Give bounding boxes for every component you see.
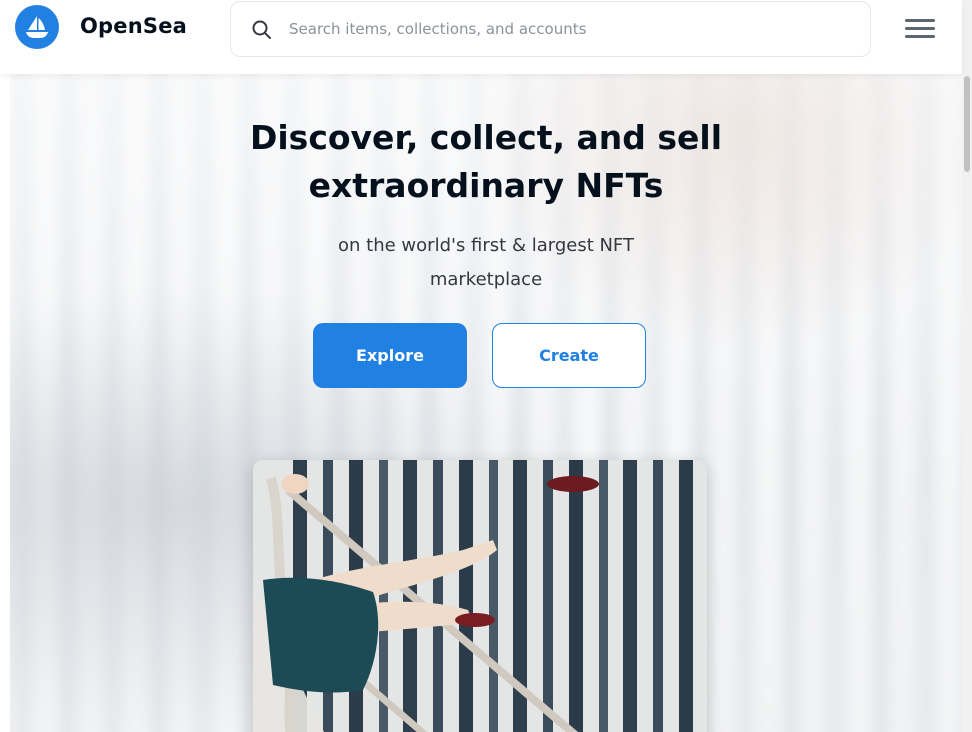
search-bar[interactable] xyxy=(230,1,871,57)
menu-line xyxy=(905,18,935,22)
search-icon xyxy=(252,20,271,39)
explore-button[interactable]: Explore xyxy=(313,323,467,388)
menu-line xyxy=(905,34,935,38)
create-button[interactable]: Create xyxy=(492,323,646,388)
top-nav: OpenSea xyxy=(0,0,962,74)
boat-icon xyxy=(26,16,48,38)
hamburger-menu-icon[interactable] xyxy=(895,10,945,46)
brand-name[interactable]: OpenSea xyxy=(80,14,187,38)
search-input[interactable] xyxy=(287,12,847,46)
hero-title-line: extraordinary NFTs xyxy=(308,166,664,205)
opensea-logo-icon[interactable] xyxy=(15,5,59,49)
hero-title-line: Discover, collect, and sell xyxy=(249,118,723,157)
featured-nft-image[interactable] xyxy=(253,460,707,732)
scrollbar-thumb[interactable] xyxy=(964,76,970,172)
hero-subtitle-line: on the world's first & largest NFT xyxy=(338,235,634,256)
featured-artwork xyxy=(253,460,707,732)
menu-line xyxy=(905,26,935,30)
hero-section: Discover, collect, and sell extraordinar… xyxy=(10,74,962,732)
hero-title: Discover, collect, and sell extraordinar… xyxy=(10,114,962,210)
hero-subtitle: on the world's first & largest NFT marke… xyxy=(10,229,962,297)
page-scrollbar[interactable] xyxy=(962,0,972,732)
hero-subtitle-line: marketplace xyxy=(429,269,543,290)
